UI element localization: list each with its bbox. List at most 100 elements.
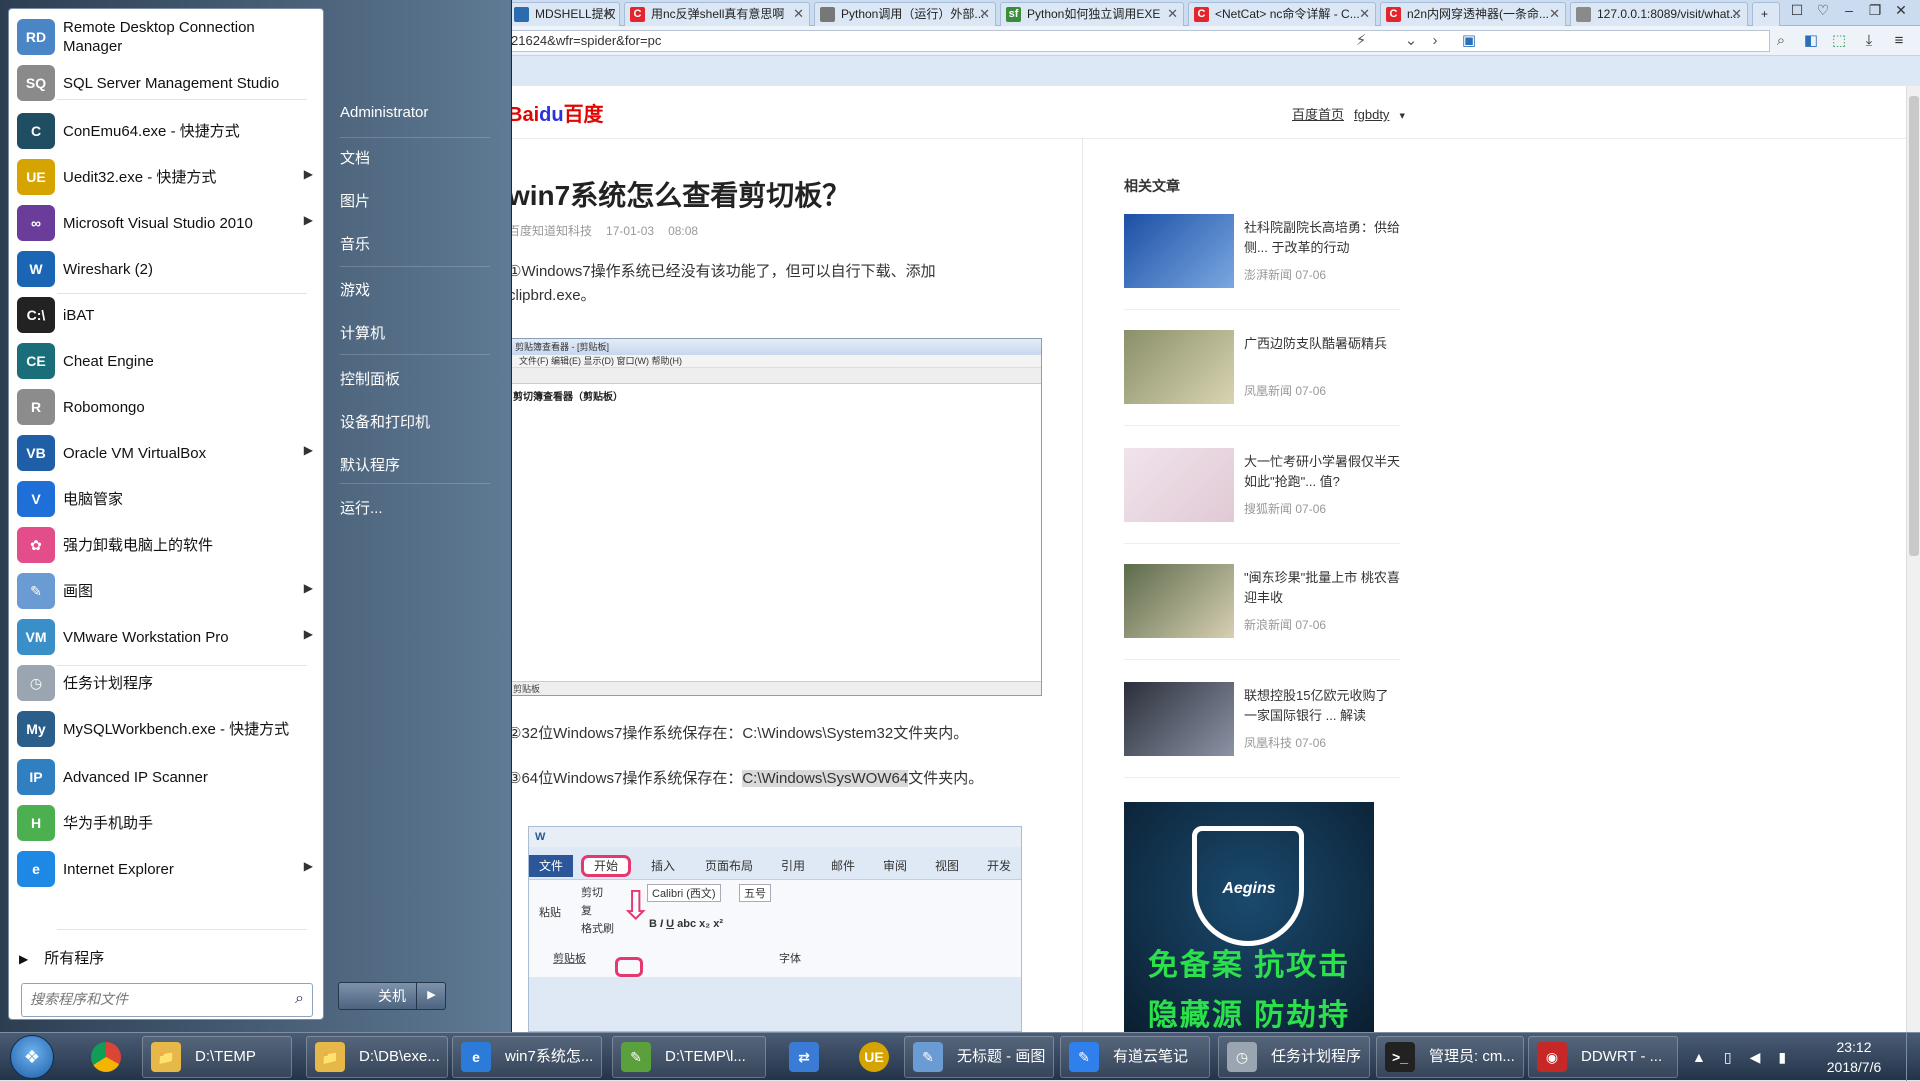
window-minimize-button[interactable]: – [1836,2,1862,18]
chrome-pinned-button[interactable] [78,1036,132,1078]
start-right-item[interactable]: 游戏 [340,279,370,300]
taskbar-window-button[interactable]: >_ 管理员: cm... [1376,1036,1524,1078]
sidebar-icon[interactable]: ◧ [1800,30,1822,52]
image-icon[interactable]: ▣ [1458,30,1480,52]
start-right-item[interactable]: 设备和打印机 [340,411,430,432]
start-right-item[interactable]: 音乐 [340,233,370,254]
baidu-logo[interactable]: Baidu百度 [508,98,604,127]
start-search-input[interactable] [22,984,272,1014]
download-icon[interactable]: ⤓ [1858,30,1880,52]
search-icon[interactable]: ⌕ [1770,30,1792,52]
related-thumbnail[interactable] [1124,214,1234,288]
program-item[interactable]: ∞ Microsoft Visual Studio 2010 ▶ [13,201,319,245]
taskbar-window-button[interactable]: ◷ 任务计划程序 [1218,1036,1370,1078]
related-title[interactable]: "闽东珍果"批量上市 桃农喜迎丰收 [1244,568,1400,608]
browser-tab[interactable]: Cn2n内网穿透神器(一条命... ✕ [1380,2,1566,26]
close-icon[interactable]: ✕ [793,3,804,25]
related-title[interactable]: 广西边防支队酷暑砺精兵 [1244,334,1400,354]
start-button[interactable]: ❖ [10,1035,54,1079]
related-title[interactable]: 联想控股15亿欧元收购了一家国际银行 ... 解读 [1244,686,1400,726]
scrollbar-thumb[interactable] [1909,96,1919,556]
close-icon[interactable]: ✕ [1359,3,1370,25]
show-desktop-button[interactable] [1906,1033,1920,1081]
taskbar-window-button[interactable]: 📁 D:\DB\exe... [306,1036,448,1078]
program-item[interactable]: C ConEmu64.exe - 快捷方式 [13,109,319,153]
program-item[interactable]: e Internet Explorer ▶ [13,847,319,891]
program-item[interactable]: ◷ 任务计划程序 [13,661,319,705]
window-close-button[interactable]: ✕ [1888,2,1914,19]
related-article[interactable]: "闽东珍果"批量上市 桃农喜迎丰收 新浪新闻 07-06 [1124,564,1400,660]
chevron-down-icon[interactable]: ▾ [1399,110,1404,122]
related-thumbnail[interactable] [1124,564,1234,638]
start-right-item[interactable]: Administrator [340,104,428,121]
program-item[interactable]: W Wireshark (2) [13,247,319,291]
program-item[interactable]: VM VMware Workstation Pro ▶ [13,615,319,659]
vertical-scrollbar[interactable] [1906,86,1920,1032]
close-icon[interactable]: ✕ [1731,3,1742,25]
browser-tab[interactable]: sf Python如何独立调用EXE ✕ [1000,2,1184,26]
close-icon[interactable]: ✕ [603,3,614,25]
related-thumbnail[interactable] [1124,330,1234,404]
program-item[interactable]: C:\ iBAT [13,293,319,337]
forward-icon[interactable]: › [1424,30,1446,52]
baidu-home-link[interactable]: 百度首页 [1292,107,1344,122]
close-icon[interactable]: ✕ [1549,3,1560,25]
taskbar-window-button[interactable]: ◉ DDWRT - ... [1528,1036,1678,1078]
start-right-item[interactable]: 运行... [340,497,383,518]
taskbar-window-button[interactable]: ✎ 有道云笔记 [1060,1036,1210,1078]
program-item[interactable]: V 电脑管家 [13,477,319,521]
browser-tab[interactable]: Python调用（运行）外部... ✕ [814,2,996,26]
program-item[interactable]: VB Oracle VM VirtualBox ▶ [13,431,319,475]
program-item[interactable]: IP Advanced IP Scanner [13,755,319,799]
start-right-item[interactable]: 计算机 [340,322,385,343]
close-icon[interactable]: ✕ [979,3,990,25]
related-thumbnail[interactable] [1124,448,1234,522]
volume-icon[interactable]: ◀ [1750,1049,1761,1065]
taskbar-window-button[interactable]: 📁 D:\TEMP [142,1036,292,1078]
tray-device-icon[interactable]: ▯ [1724,1049,1732,1065]
menu-icon[interactable]: ≡ [1888,30,1910,52]
program-item[interactable]: My MySQLWorkbench.exe - 快捷方式 [13,707,319,751]
window-pin-button[interactable]: ☐ [1784,2,1810,19]
program-item[interactable]: RD Remote Desktop Connection Manager [13,15,319,59]
start-right-item[interactable]: 默认程序 [340,454,400,475]
crop-icon[interactable]: ⬚ [1828,30,1850,52]
network-icon[interactable]: ▮ [1778,1049,1786,1065]
shutdown-options-button[interactable]: ▶ [416,982,446,1010]
program-item[interactable]: CE Cheat Engine [13,339,319,383]
aegins-ad[interactable]: Aegins 免备案 抗攻击 隐藏源 防劫持 [1124,802,1374,1032]
browser-tab[interactable]: C 用nc反弹shell真有意思啊 ✕ [624,2,810,26]
taskbar-window-button[interactable]: ✎ 无标题 - 画图 [904,1036,1054,1078]
clock[interactable]: 23:12 2018/7/6 [1806,1037,1902,1077]
tray-expand-icon[interactable]: ▲ [1692,1049,1706,1065]
window-maximize-button[interactable]: ❐ [1862,2,1888,19]
program-item[interactable]: ✿ 强力卸载电脑上的软件 [13,523,319,567]
program-item[interactable]: UE Uedit32.exe - 快捷方式 ▶ [13,155,319,199]
related-article[interactable]: 广西边防支队酷暑砺精兵 凤凰新闻 07-06 [1124,330,1400,426]
browser-tab[interactable]: 127.0.0.1:8089/visit/what... ✕ [1570,2,1748,26]
user-link[interactable]: fgbdty [1354,107,1389,122]
search-icon[interactable]: ⌕ [295,990,304,1008]
related-thumbnail[interactable] [1124,682,1234,756]
window-favorite-button[interactable]: ♡ [1810,2,1836,19]
browser-tab[interactable]: MDSHELL提权 ✕ [508,2,620,26]
start-search-box[interactable]: ⌕ [21,983,313,1017]
url-field[interactable]: 21624&wfr=spider&for=pc [500,30,1770,52]
network-pinned-button[interactable]: ⇄ [780,1036,834,1078]
taskbar-window-button[interactable]: ✎ D:\TEMP\l... [612,1036,766,1078]
chevron-down-icon[interactable]: ⌄ [1400,30,1422,52]
start-right-item[interactable]: 文档 [340,147,370,168]
related-title[interactable]: 社科院副院长高培勇：供给侧... 于改革的行动 [1244,218,1400,258]
new-tab-button[interactable]: + [1752,2,1780,26]
start-right-item[interactable]: 控制面板 [340,368,400,389]
start-right-item[interactable]: 图片 [340,190,370,211]
all-programs-button[interactable]: ▶ 所有程序 [19,947,104,968]
speed-icon[interactable]: ⚡ [1350,30,1372,52]
ultraedit-pinned-button[interactable]: UE [850,1036,904,1078]
related-article[interactable]: 大一忙考研小学暑假仅半天 如此"抢跑"... 值? 搜狐新闻 07-06 [1124,448,1400,544]
close-icon[interactable]: ✕ [1167,3,1178,25]
related-article[interactable]: 联想控股15亿欧元收购了一家国际银行 ... 解读 凤凰科技 07-06 [1124,682,1400,778]
related-title[interactable]: 大一忙考研小学暑假仅半天 如此"抢跑"... 值? [1244,452,1400,492]
program-item[interactable]: H 华为手机助手 [13,801,319,845]
taskbar-window-button[interactable]: e win7系统怎... [452,1036,602,1078]
